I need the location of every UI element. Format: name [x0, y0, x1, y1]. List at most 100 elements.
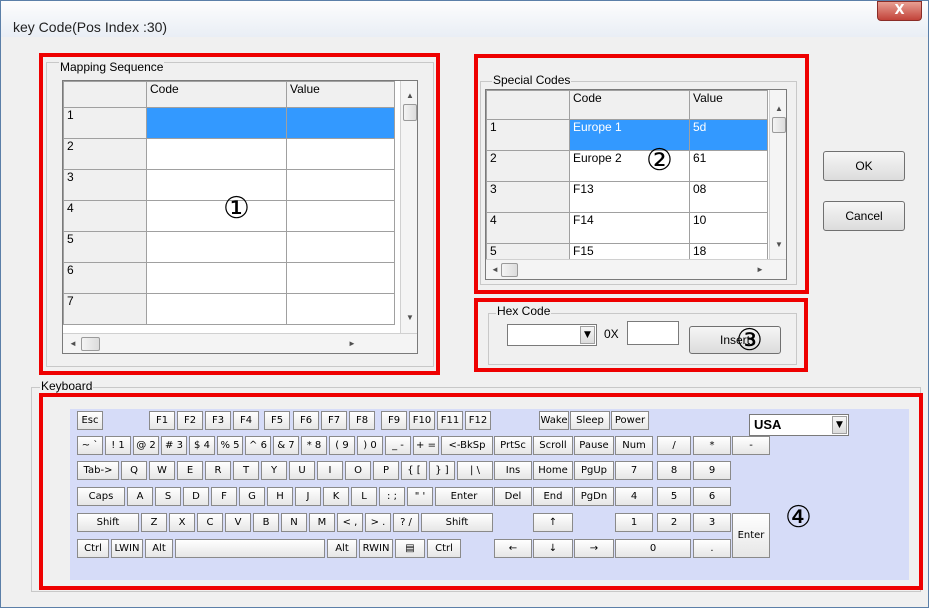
- key-ctrl[interactable]: Ctrl: [77, 539, 109, 558]
- row-header[interactable]: 3: [486, 181, 570, 213]
- value-cell[interactable]: [286, 107, 395, 139]
- row-header[interactable]: 4: [63, 200, 147, 232]
- row-header[interactable]: 2: [486, 150, 570, 182]
- scroll-down-icon[interactable]: ▼: [775, 240, 783, 249]
- scroll-left-icon[interactable]: ◄: [69, 339, 77, 348]
- key-[interactable]: ↓: [533, 539, 573, 558]
- key-lwin[interactable]: LWIN: [111, 539, 143, 558]
- key-tab[interactable]: Tab->: [77, 461, 119, 480]
- key-shift[interactable]: Shift: [421, 513, 493, 532]
- column-header[interactable]: Code: [569, 90, 690, 120]
- key-alt[interactable]: Alt: [145, 539, 173, 558]
- key-d[interactable]: D: [183, 487, 209, 506]
- key-f[interactable]: F: [211, 487, 237, 506]
- key-6[interactable]: ^ 6: [245, 436, 271, 455]
- key-z[interactable]: Z: [141, 513, 167, 532]
- key-ctrl[interactable]: Ctrl: [427, 539, 461, 558]
- key-scroll[interactable]: Scroll: [533, 436, 573, 455]
- code-cell[interactable]: [146, 138, 287, 170]
- key-x[interactable]: X: [169, 513, 195, 532]
- key-5[interactable]: % 5: [217, 436, 243, 455]
- table-row[interactable]: 2: [63, 138, 395, 170]
- code-cell[interactable]: [146, 231, 287, 263]
- key-[interactable]: | \: [457, 461, 493, 480]
- hex-code-combo[interactable]: ▼: [507, 324, 597, 346]
- keyboard-layout-select[interactable]: USA ▼: [749, 414, 849, 436]
- table-row[interactable]: 7: [63, 293, 395, 325]
- table-row[interactable]: 1: [63, 107, 395, 139]
- key-s[interactable]: S: [155, 487, 181, 506]
- column-header[interactable]: Value: [689, 90, 768, 120]
- key-[interactable]: > .: [365, 513, 391, 532]
- value-cell[interactable]: [286, 231, 395, 263]
- horizontal-scrollbar[interactable]: ◄ ►: [486, 259, 786, 279]
- column-header[interactable]: Value: [286, 81, 395, 108]
- row-header[interactable]: 2: [63, 138, 147, 170]
- key-bksp[interactable]: <-BkSp: [441, 436, 493, 455]
- key-o[interactable]: O: [345, 461, 371, 480]
- key-j[interactable]: J: [295, 487, 321, 506]
- key-[interactable]: ↑: [533, 513, 573, 532]
- key-pause[interactable]: Pause: [574, 436, 614, 455]
- key-h[interactable]: H: [267, 487, 293, 506]
- key-b[interactable]: B: [253, 513, 279, 532]
- key-[interactable]: ? /: [393, 513, 419, 532]
- value-cell[interactable]: [286, 262, 395, 294]
- value-cell[interactable]: 08: [689, 181, 768, 213]
- row-header[interactable]: 7: [63, 293, 147, 325]
- key-[interactable]: { [: [401, 461, 427, 480]
- key-i[interactable]: I: [317, 461, 343, 480]
- key-[interactable]: /: [657, 436, 691, 455]
- key-[interactable]: ←: [494, 539, 532, 558]
- key-a[interactable]: A: [127, 487, 153, 506]
- key-9[interactable]: 9: [693, 461, 731, 480]
- key-[interactable]: ~ `: [77, 436, 103, 455]
- row-header[interactable]: 4: [486, 212, 570, 244]
- code-cell[interactable]: [146, 262, 287, 294]
- key-[interactable]: .: [693, 539, 731, 558]
- key-f6[interactable]: F6: [293, 411, 319, 430]
- key-l[interactable]: L: [351, 487, 377, 506]
- key-g[interactable]: G: [239, 487, 265, 506]
- key-end[interactable]: End: [533, 487, 573, 506]
- key-1[interactable]: 1: [615, 513, 653, 532]
- table-row[interactable]: 1 Europe 1 5d: [486, 119, 768, 151]
- key-[interactable]: : ;: [379, 487, 405, 506]
- code-cell[interactable]: [146, 107, 287, 139]
- key-f12[interactable]: F12: [465, 411, 491, 430]
- key-2[interactable]: 2: [657, 513, 691, 532]
- key-[interactable]: < ,: [337, 513, 363, 532]
- vertical-scrollbar[interactable]: ▲ ▼: [400, 81, 417, 333]
- scroll-up-icon[interactable]: ▲: [406, 91, 414, 100]
- key-0[interactable]: ) 0: [357, 436, 383, 455]
- key-[interactable]: } ]: [429, 461, 455, 480]
- key-prtsc[interactable]: PrtSc: [494, 436, 532, 455]
- table-row[interactable]: 2 Europe 2 61: [486, 150, 768, 182]
- key-e[interactable]: E: [177, 461, 203, 480]
- hex-code-input[interactable]: [627, 321, 679, 345]
- key-pgdn[interactable]: PgDn: [574, 487, 614, 506]
- key-8[interactable]: * 8: [301, 436, 327, 455]
- scroll-right-icon[interactable]: ►: [348, 339, 356, 348]
- key-shift[interactable]: Shift: [77, 513, 139, 532]
- key-7[interactable]: & 7: [273, 436, 299, 455]
- key-f9[interactable]: F9: [381, 411, 407, 430]
- key-w[interactable]: W: [149, 461, 175, 480]
- value-cell[interactable]: 61: [689, 150, 768, 182]
- key-f4[interactable]: F4: [233, 411, 259, 430]
- cancel-button[interactable]: Cancel: [823, 201, 905, 231]
- key-del[interactable]: Del: [494, 487, 532, 506]
- key-u[interactable]: U: [289, 461, 315, 480]
- row-header[interactable]: 1: [63, 107, 147, 139]
- key-q[interactable]: Q: [121, 461, 147, 480]
- key-f7[interactable]: F7: [321, 411, 347, 430]
- menu-key[interactable]: ▤: [395, 539, 425, 558]
- key-6[interactable]: 6: [693, 487, 731, 506]
- scroll-thumb[interactable]: [772, 117, 786, 133]
- scroll-right-icon[interactable]: ►: [756, 265, 764, 274]
- key-4[interactable]: 4: [615, 487, 653, 506]
- key-rwin[interactable]: RWIN: [359, 539, 393, 558]
- key-c[interactable]: C: [197, 513, 223, 532]
- key-wake[interactable]: Wake: [539, 411, 569, 430]
- scroll-left-icon[interactable]: ◄: [491, 265, 499, 274]
